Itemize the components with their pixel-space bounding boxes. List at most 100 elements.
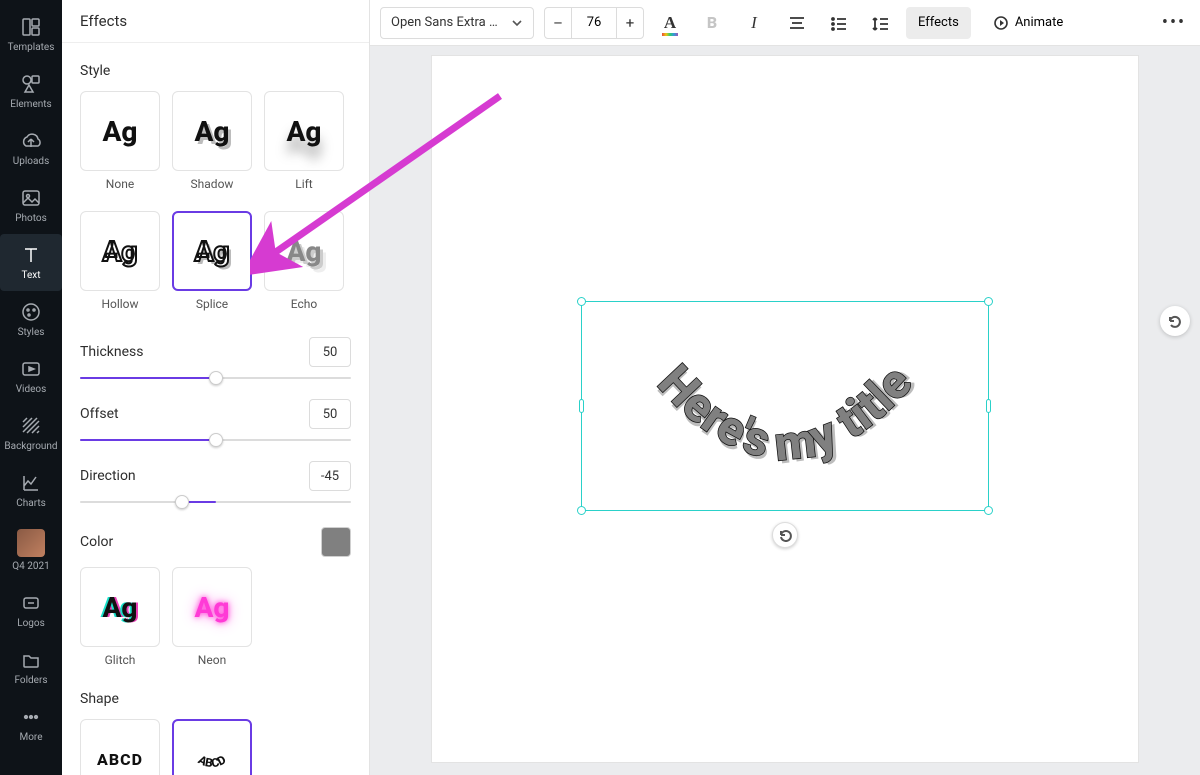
shape-section-title: Shape (80, 691, 351, 707)
slider-thumb[interactable] (209, 371, 223, 385)
rotate-handle[interactable] (772, 522, 798, 548)
style-tile-none[interactable]: Ag (80, 91, 160, 171)
param-direction: Direction (80, 461, 351, 491)
param-color: Color (80, 527, 351, 557)
rail-templates[interactable]: Templates (0, 6, 62, 63)
style-tiles-row-1: AgNone AgShadow AgLift (80, 91, 351, 205)
style-tile-glitch[interactable]: Ag (80, 567, 160, 647)
templates-icon (20, 16, 42, 38)
folders-icon (20, 649, 42, 671)
rail-charts[interactable]: Charts (0, 462, 62, 519)
italic-icon: I (751, 13, 757, 33)
thickness-input[interactable] (309, 337, 351, 367)
effects-button[interactable]: Effects (906, 7, 971, 39)
text-icon (20, 244, 42, 266)
logos-icon (20, 592, 42, 614)
top-toolbar: Open Sans Extra … – 76 + A B I Effects A… (370, 0, 1200, 46)
direction-slider[interactable] (80, 493, 351, 511)
tile-label: Shadow (191, 177, 234, 191)
style-tile-splice[interactable]: Ag (172, 211, 252, 291)
uploads-icon (20, 130, 42, 152)
rail-label: Styles (18, 327, 45, 338)
animate-icon (993, 15, 1009, 31)
rail-styles[interactable]: Styles (0, 291, 62, 348)
color-swatch[interactable] (321, 527, 351, 557)
resize-handle-ne[interactable] (984, 297, 993, 306)
rail-label: Videos (16, 384, 47, 395)
direction-input[interactable] (309, 461, 351, 491)
refresh-icon (1167, 313, 1183, 329)
style-section-title: Style (80, 63, 351, 79)
page[interactable]: Here's my title Here's my title (432, 56, 1138, 762)
font-size-increase[interactable]: + (616, 7, 644, 39)
more-options-button[interactable]: ••• (1158, 7, 1190, 39)
font-size-stepper: – 76 + (544, 7, 644, 39)
rail-label: Charts (16, 498, 46, 509)
resize-handle-w[interactable] (579, 399, 584, 413)
rail-photos[interactable]: Photos (0, 177, 62, 234)
rail-background[interactable]: Background (0, 405, 62, 462)
shape-tile-curve[interactable]: ABCD (172, 719, 252, 775)
list-icon (829, 14, 847, 32)
tile-label: Neon (198, 653, 226, 667)
rail-label: Uploads (13, 156, 49, 167)
rail-elements[interactable]: Elements (0, 63, 62, 120)
effects-panel: Effects Style AgNone AgShadow AgLift AgH… (62, 0, 370, 775)
offset-slider[interactable] (80, 431, 351, 449)
rail-videos[interactable]: Videos (0, 348, 62, 405)
rail-label: Text (21, 270, 40, 281)
slider-thumb[interactable] (175, 495, 189, 509)
rail-label: Templates (8, 42, 55, 53)
rail-logos[interactable]: Logos (0, 582, 62, 639)
tile-label: Lift (295, 177, 312, 191)
font-size-value[interactable]: 76 (572, 7, 616, 39)
style-tile-shadow[interactable]: Ag (172, 91, 252, 171)
style-tile-neon[interactable]: Ag (172, 567, 252, 647)
ellipsis-icon: ••• (1162, 12, 1186, 33)
photos-icon (20, 187, 42, 209)
param-label: Color (80, 534, 113, 550)
rail-more[interactable]: More (0, 696, 62, 753)
selection-bounding-box[interactable] (581, 301, 989, 511)
style-tile-lift[interactable]: Ag (264, 91, 344, 171)
font-size-decrease[interactable]: – (544, 7, 572, 39)
tile-label: Glitch (105, 653, 136, 667)
canvas-area[interactable]: Here's my title Here's my title (370, 46, 1200, 775)
param-label: Offset (80, 406, 119, 422)
style-tile-hollow[interactable]: Ag (80, 211, 160, 291)
rail-user-folder[interactable]: Q4 2021 (0, 519, 62, 582)
param-offset: Offset (80, 399, 351, 429)
text-color-button[interactable]: A (654, 7, 686, 39)
thickness-slider[interactable] (80, 369, 351, 387)
resize-handle-se[interactable] (984, 506, 993, 515)
bold-icon: B (707, 13, 717, 32)
italic-button[interactable]: I (738, 7, 770, 39)
videos-icon (20, 358, 42, 380)
align-button[interactable] (780, 7, 812, 39)
more-icon (20, 706, 42, 728)
animate-button[interactable]: Animate (981, 7, 1075, 39)
bold-button[interactable]: B (696, 7, 728, 39)
canvas-reset-button[interactable] (1160, 306, 1190, 336)
rail-text[interactable]: Text (0, 234, 62, 291)
resize-handle-sw[interactable] (577, 506, 586, 515)
style-tile-echo[interactable]: Ag (264, 211, 344, 291)
resize-handle-nw[interactable] (577, 297, 586, 306)
avatar-icon (17, 529, 45, 557)
resize-handle-e[interactable] (986, 399, 991, 413)
rail-label: Photos (15, 213, 47, 224)
spacing-icon (871, 14, 889, 32)
panel-body: Style AgNone AgShadow AgLift AgHollow Ag… (62, 43, 369, 775)
shape-tile-none[interactable]: ABCD (80, 719, 160, 775)
rail-folders[interactable]: Folders (0, 639, 62, 696)
param-label: Thickness (80, 344, 144, 360)
param-label: Direction (80, 468, 136, 484)
spacing-button[interactable] (864, 7, 896, 39)
rail-uploads[interactable]: Uploads (0, 120, 62, 177)
offset-input[interactable] (309, 399, 351, 429)
chevron-down-icon (511, 17, 523, 29)
list-button[interactable] (822, 7, 854, 39)
slider-thumb[interactable] (209, 433, 223, 447)
charts-icon (20, 472, 42, 494)
font-family-select[interactable]: Open Sans Extra … (380, 7, 534, 39)
